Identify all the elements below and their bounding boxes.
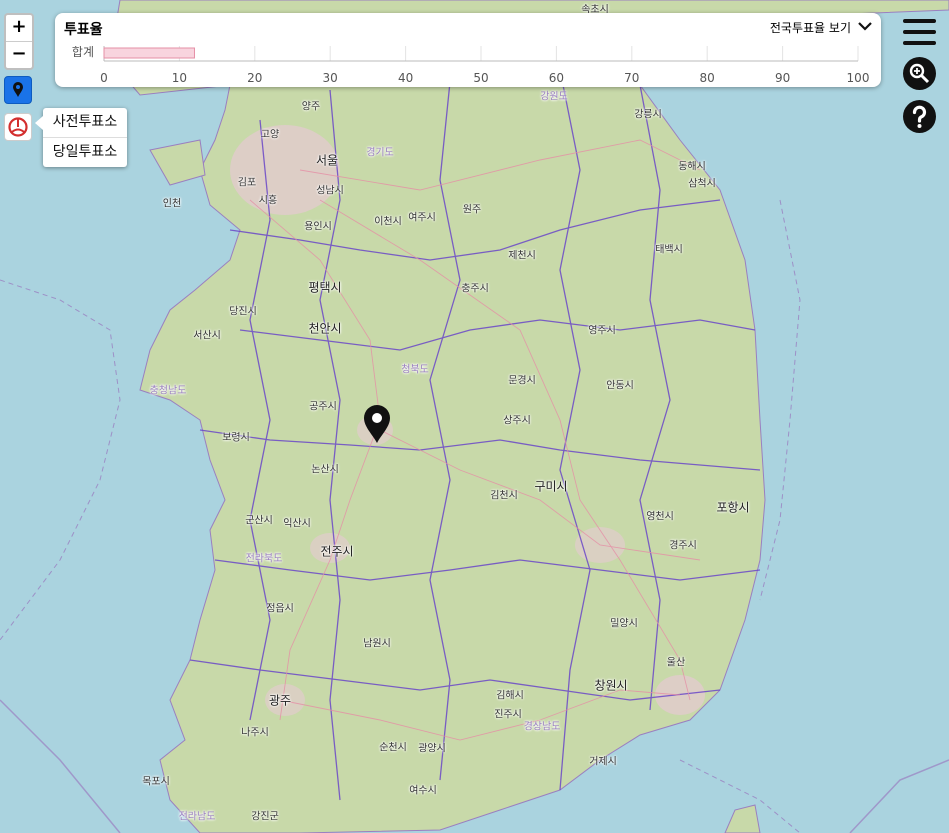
map-label: 김포 — [237, 177, 257, 189]
map-pin-icon — [13, 82, 23, 97]
map-label: 양주 — [301, 101, 321, 113]
map-label: 태백시 — [655, 244, 683, 256]
map-label: 충청남도 — [149, 385, 187, 397]
zoom-out-button[interactable]: − — [6, 41, 32, 68]
tick-label: 30 — [323, 71, 338, 85]
zoom-in-button[interactable]: + — [6, 15, 32, 41]
map-label: 거제시 — [589, 756, 617, 768]
map-label: 전주시 — [320, 544, 354, 559]
map-label: 영천시 — [646, 511, 674, 523]
map-label: 광주 — [268, 693, 292, 708]
map-label: 충주시 — [461, 283, 489, 295]
map-label: 김해시 — [496, 690, 524, 702]
map-label: 시흥 — [258, 195, 278, 207]
map-label: 평택시 — [308, 280, 342, 295]
tick-label: 50 — [473, 71, 488, 85]
map-label: 경상남도 — [523, 721, 561, 733]
locate-button[interactable] — [4, 76, 32, 104]
vote-stamp-icon — [8, 117, 28, 137]
map-label: 원주 — [462, 204, 482, 216]
map-label: 여수시 — [409, 785, 437, 797]
map-label: 포항시 — [716, 500, 750, 515]
map-label: 정읍시 — [266, 603, 294, 615]
map-label: 전라남도 — [178, 811, 216, 823]
vote-place-button[interactable] — [4, 113, 32, 141]
tick-label: 40 — [398, 71, 413, 85]
map-label: 논산시 — [311, 464, 339, 476]
map-label: 광양시 — [418, 743, 446, 755]
map-label: 구미시 — [534, 479, 568, 494]
tick-label: 90 — [775, 71, 790, 85]
map-label: 진주시 — [494, 709, 522, 721]
map-label: 창원시 — [594, 678, 628, 693]
map-label: 인천 — [162, 198, 182, 210]
map-label: 군산시 — [245, 515, 273, 527]
map-label: 울산 — [666, 657, 686, 669]
map-label: 익산시 — [283, 518, 311, 530]
election-day-option[interactable]: 당일투표소 — [43, 137, 127, 167]
map-label: 경주시 — [669, 540, 697, 552]
map-label: 강릉시 — [634, 109, 662, 121]
map-label: 전라북도 — [245, 553, 283, 565]
map-label: 용인시 — [304, 221, 332, 233]
help-question-icon[interactable] — [903, 100, 936, 133]
map-label: 목포시 — [142, 776, 170, 788]
map-label: 청북도 — [401, 364, 429, 376]
tick-label: 20 — [247, 71, 262, 85]
vote-place-popup: 사전투표소 당일투표소 — [35, 108, 127, 167]
map-label: 경기도 — [366, 147, 394, 159]
map-label: 밀양시 — [610, 618, 638, 630]
map-label: 강원도 — [540, 91, 568, 103]
map-label: 당진시 — [229, 306, 257, 318]
map-label: 서산시 — [193, 330, 221, 342]
map-label: 상주시 — [503, 415, 531, 427]
map-label: 성남시 — [316, 185, 344, 197]
tick-label: 0 — [100, 71, 108, 85]
map-label: 보령시 — [222, 432, 250, 444]
tick-label: 70 — [624, 71, 639, 85]
zoom-control: + − — [4, 13, 34, 70]
map-label: 안동시 — [606, 380, 634, 392]
hamburger-menu-icon[interactable] — [903, 19, 936, 52]
map-label: 공주시 — [309, 401, 337, 413]
map-label: 서울 — [315, 153, 339, 168]
tick-label: 100 — [847, 71, 870, 85]
search-zoom-icon[interactable] — [903, 57, 936, 90]
map-label: 동해시 — [678, 161, 706, 173]
turnout-bar-chart: 0 10 20 30 40 50 60 70 80 90 100 합계 — [72, 45, 870, 85]
early-vote-option[interactable]: 사전투표소 — [43, 108, 127, 137]
map-label: 삼척시 — [688, 178, 716, 190]
korea-map[interactable] — [0, 0, 949, 833]
map-label: 천안시 — [308, 321, 342, 336]
map-label: 강진군 — [251, 811, 279, 823]
map-label: 여주시 — [408, 212, 436, 224]
map-label: 순천시 — [379, 742, 407, 754]
map-label: 영주시 — [588, 325, 616, 337]
turnout-bar — [103, 47, 195, 59]
map-label: 남원시 — [363, 638, 391, 650]
map-label: 고양 — [260, 129, 280, 141]
row-label: 합계 — [72, 45, 94, 59]
map-label: 문경시 — [508, 375, 536, 387]
tick-label: 80 — [700, 71, 715, 85]
map-label: 이천시 — [374, 216, 402, 228]
map-label: 제천시 — [508, 250, 536, 262]
map-label: 김천시 — [490, 490, 518, 502]
map-label: 나주시 — [241, 727, 269, 739]
turnout-panel: 투표율 전국투표율 보기 0 10 20 30 40 50 60 70 80 90 100 합계 — [55, 13, 881, 87]
tick-label: 10 — [172, 71, 187, 85]
tick-label: 60 — [549, 71, 564, 85]
